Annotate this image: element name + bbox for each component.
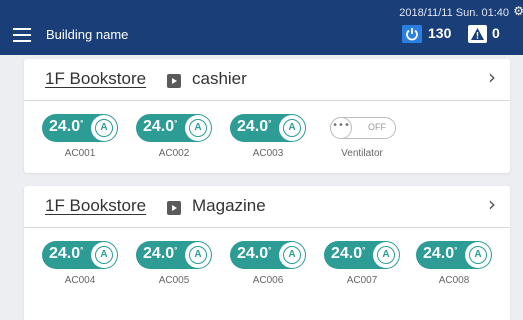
room-name: Magazine [192, 196, 266, 215]
device-label: AC008 [438, 275, 470, 286]
group-card-magazine: 1F Bookstore Magazine › 24.0° A AC004 24… [24, 186, 510, 320]
degree-symbol: ° [268, 119, 272, 128]
degree-symbol: ° [268, 246, 272, 255]
building-name[interactable]: Building name [46, 27, 128, 42]
device-toggle[interactable]: 24.0° A [324, 241, 400, 269]
alarm-count: 0 [492, 25, 500, 41]
device-toggle[interactable]: 24.0° A [416, 241, 492, 269]
device-ac002[interactable]: 24.0° A AC002 [134, 114, 214, 168]
degree-symbol: ° [80, 119, 84, 128]
device-ventilator[interactable]: ••• OFF Ventilator [322, 114, 402, 168]
auto-mode-icon: A [189, 119, 207, 137]
device-ac001[interactable]: 24.0° A AC001 [40, 114, 120, 168]
device-ac007[interactable]: 24.0° A AC007 [322, 241, 402, 295]
zone-link[interactable]: 1F Bookstore [45, 69, 146, 89]
device-label: AC006 [252, 275, 284, 286]
device-ac006[interactable]: 24.0° A AC006 [228, 241, 308, 295]
device-toggle-off[interactable]: ••• OFF [330, 117, 396, 139]
top-bar: Building name 2018/11/11 Sun. 01:40 ⚙ 13… [0, 0, 523, 55]
chevron-right-icon[interactable]: › [488, 192, 496, 216]
device-label: AC007 [346, 275, 378, 286]
triangle-right-icon [167, 201, 181, 215]
hamburger-icon[interactable] [13, 28, 31, 42]
device-label: Ventilator [341, 148, 383, 159]
room-name: cashier [192, 69, 247, 88]
power-icon[interactable] [402, 25, 422, 43]
device-ac005[interactable]: 24.0° A AC005 [134, 241, 214, 295]
device-label: AC004 [64, 275, 96, 286]
degree-symbol: ° [454, 246, 458, 255]
device-toggle[interactable]: 24.0° A [42, 241, 118, 269]
device-toggle[interactable]: 24.0° A [42, 114, 118, 142]
device-toggle[interactable]: 24.0° A [136, 241, 212, 269]
temperature: 24.0 [237, 118, 269, 135]
temperature: 24.0 [423, 245, 455, 262]
device-toggle[interactable]: 24.0° A [136, 114, 212, 142]
auto-mode-icon: A [469, 246, 487, 264]
chevron-right-icon[interactable]: › [488, 65, 496, 89]
temperature: 24.0 [143, 118, 175, 135]
device-label: AC003 [252, 148, 284, 159]
more-icon: ••• [330, 117, 352, 139]
temperature: 24.0 [331, 245, 363, 262]
auto-mode-icon: A [95, 246, 113, 264]
device-toggle[interactable]: 24.0° A [230, 241, 306, 269]
auto-mode-icon: A [377, 246, 395, 264]
off-label: OFF [368, 122, 386, 132]
auto-mode-icon: A [283, 246, 301, 264]
gear-icon[interactable]: ⚙ [513, 4, 523, 18]
device-label: AC005 [158, 275, 190, 286]
auto-mode-icon: A [283, 119, 301, 137]
device-ac003[interactable]: 24.0° A AC003 [228, 114, 308, 168]
zone-link[interactable]: 1F Bookstore [45, 196, 146, 216]
device-label: AC001 [64, 148, 96, 159]
power-count: 130 [428, 25, 452, 41]
auto-mode-icon: A [95, 119, 113, 137]
device-toggle[interactable]: 24.0° A [230, 114, 306, 142]
warning-icon[interactable] [468, 25, 487, 43]
temperature: 24.0 [49, 118, 81, 135]
degree-symbol: ° [174, 246, 178, 255]
group-card-cashier: 1F Bookstore cashier › 24.0° A AC001 24.… [24, 59, 510, 173]
degree-symbol: ° [174, 119, 178, 128]
triangle-right-icon [167, 74, 181, 88]
temperature: 24.0 [49, 245, 81, 262]
group-header[interactable]: 1F Bookstore Magazine › [24, 186, 510, 228]
temperature: 24.0 [143, 245, 175, 262]
temperature: 24.0 [237, 245, 269, 262]
device-label: AC002 [158, 148, 190, 159]
degree-symbol: ° [362, 246, 366, 255]
auto-mode-icon: A [189, 246, 207, 264]
device-ac008[interactable]: 24.0° A AC008 [414, 241, 494, 295]
datetime: 2018/11/11 Sun. 01:40 [399, 7, 509, 19]
device-ac004[interactable]: 24.0° A AC004 [40, 241, 120, 295]
degree-symbol: ° [80, 246, 84, 255]
group-header[interactable]: 1F Bookstore cashier › [24, 59, 510, 101]
